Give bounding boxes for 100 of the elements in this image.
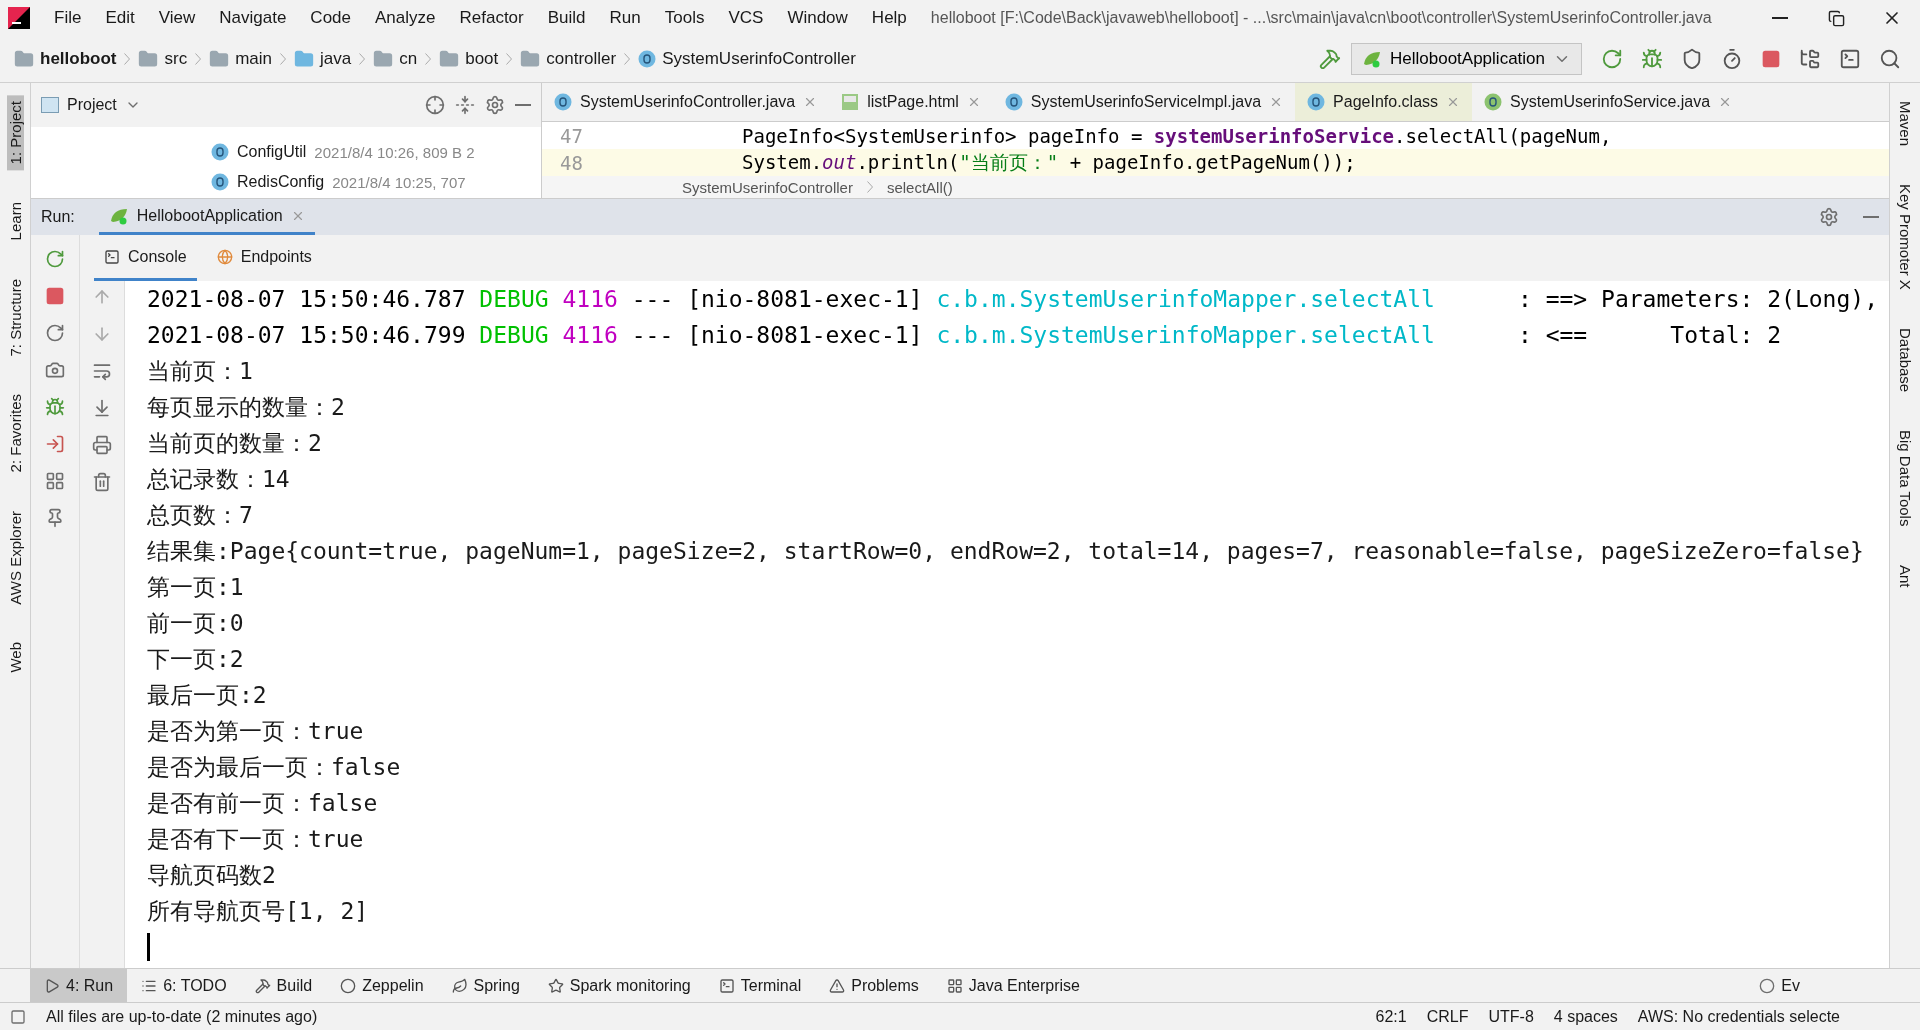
tool-window-tab[interactable]: Spark monitoring [533, 969, 705, 1002]
menu-item[interactable]: View [146, 8, 208, 28]
console-output-line: 结果集:Page{count=true, pageNum=1, pageSize=2, startRow=0, endRow=2, total=14, pages=7, reasonable=false, pageSizeZero=false} [147, 537, 1865, 566]
menu-item[interactable]: Window [775, 8, 860, 28]
chevron-separator-icon [280, 53, 286, 65]
log-line: 2021-08-07 15:50:46.787 DEBUG 4116 --- [nio-8081-exec-1] c.b.m.SystemUserinfoMapper.selectAll : ==> Parameters: 2(Long), [147, 285, 1879, 314]
tool-window-button[interactable]: Learn [6, 196, 24, 247]
tool-window-button[interactable]: 2: Favorites [6, 388, 24, 479]
class-icon [211, 173, 229, 191]
breadcrumb[interactable]: boot [435, 49, 503, 69]
file-tree-item[interactable]: ConfigUtil 2021/8/4 10:26, 809 B 2 [31, 137, 541, 167]
breadcrumb[interactable]: src [134, 49, 192, 69]
console-output-line: 当前页的数量：2 [147, 429, 323, 458]
tool-window-button[interactable]: Big Data Tools [1896, 424, 1914, 533]
class-icon [1307, 93, 1326, 111]
event-log-tab[interactable]: Ev [1745, 969, 1920, 1002]
chevron-separator-icon [195, 53, 202, 65]
warning-icon [829, 977, 846, 994]
menu-item[interactable]: Tools [652, 8, 717, 28]
tool-window-button[interactable]: 7: Structure [6, 272, 24, 363]
menu-item[interactable]: Run [597, 8, 653, 28]
chevron-separator-icon [124, 53, 131, 65]
breadcrumb[interactable]: helloboot [10, 49, 121, 69]
package-folder-icon [439, 49, 460, 69]
tool-window-tab[interactable]: 4: Run [30, 969, 128, 1002]
console-output-line: 第一页:1 [147, 573, 245, 602]
console-output-line: 是否有前一页：false [147, 789, 379, 818]
menu-item[interactable]: Build [535, 8, 598, 28]
run-configuration-dropdown[interactable]: HellobootApplication [1351, 43, 1582, 75]
editor-tab[interactable]: SystemUserinfoServiceImpl.java [992, 83, 1296, 121]
tool-window-button[interactable]: Ant [1896, 558, 1914, 594]
camera-icon [45, 360, 65, 380]
console-output-line: 是否为最后一页：false [147, 753, 402, 782]
console-output-line: 是否有下一页：true [147, 825, 365, 854]
menu-item[interactable]: Code [298, 8, 363, 28]
app-logo [8, 7, 30, 29]
console-tab[interactable]: Endpoints [206, 235, 322, 281]
status-message: All files are up-to-date (2 minutes ago) [46, 1007, 318, 1026]
settings-icon [485, 95, 505, 115]
settings-icon [1819, 207, 1839, 227]
class-icon [211, 143, 229, 161]
menu-item[interactable]: Edit [93, 8, 147, 28]
breadcrumb[interactable]: main [205, 49, 276, 69]
pin-icon [45, 508, 65, 528]
tool-window-button[interactable]: 1: Project [6, 95, 24, 171]
text-cursor [147, 933, 150, 961]
status-item[interactable]: AWS: No credentials selecte [1637, 1007, 1840, 1026]
menu-item[interactable]: Navigate [207, 8, 299, 28]
tool-window-tab[interactable]: Problems [815, 969, 933, 1002]
layout-icon [45, 471, 65, 491]
file-tree-item[interactable]: RedisConfig 2021/8/4 10:25, 707 [31, 167, 541, 197]
chevron-separator-icon [506, 53, 513, 65]
editor-tab[interactable]: PageInfo.class [1295, 83, 1473, 121]
rerun-icon [1601, 48, 1623, 70]
menu-item[interactable]: VCS [716, 8, 776, 28]
collapse-icon [455, 95, 475, 115]
console-output-line: 所有导航页号[1, 2] [147, 897, 370, 926]
chevron-separator-icon [425, 53, 432, 65]
window-title: helloboot [F:\Code\Back\javaweb\helloboot] - ...\src\main\java\cn\boot\controller\SystemUserinfoController.java [930, 9, 1713, 27]
tool-window-tab[interactable]: 6: TODO [127, 969, 241, 1002]
restart-icon [45, 323, 65, 343]
tool-window-tab[interactable]: Build [240, 969, 327, 1002]
menu-item[interactable]: Analyze [363, 8, 448, 28]
soft-wrap-icon [92, 361, 112, 381]
tool-window-tab[interactable]: Java Enterprise [932, 969, 1094, 1002]
console-output-line: 前一页:0 [147, 609, 245, 638]
tool-window-button[interactable]: AWS Explorer [6, 504, 24, 611]
code-breadcrumb[interactable]: selectAll() [886, 178, 953, 196]
menu-item[interactable]: File [42, 8, 94, 28]
folder-icon [138, 49, 159, 69]
editor-tab[interactable]: listPage.html [829, 83, 993, 121]
line-number: 47 [559, 124, 584, 147]
status-item[interactable]: 62:1 [1375, 1007, 1407, 1026]
breadcrumb[interactable]: SystemUserinfoController [634, 49, 860, 69]
tool-window-button[interactable]: Key Promoter X [1896, 178, 1914, 296]
hammer-icon [254, 977, 271, 994]
tool-window-tab[interactable]: Terminal [704, 969, 816, 1002]
code-breadcrumb[interactable]: SystemUserinfoController [682, 178, 853, 196]
folder-icon [209, 49, 230, 69]
status-item[interactable]: CRLF [1426, 1007, 1469, 1026]
menu-item[interactable]: Refactor [447, 8, 536, 28]
tool-window-tab[interactable]: Spring [437, 969, 534, 1002]
menu-item[interactable]: Help [859, 8, 919, 28]
editor-tab[interactable]: SystemUserinfoController.java [542, 83, 830, 121]
tool-window-button[interactable]: Web [6, 636, 24, 679]
source-folder-icon [294, 49, 314, 69]
breadcrumb[interactable]: java [290, 49, 356, 69]
breadcrumb[interactable]: cn [369, 49, 422, 69]
status-item[interactable]: 4 spaces [1553, 1007, 1618, 1026]
project-folder-icon [14, 49, 34, 69]
editor-tab[interactable]: SystemUserinfoService.java [1472, 83, 1745, 121]
search-icon [1879, 48, 1901, 70]
tool-window-button[interactable]: Database [1896, 321, 1914, 399]
tool-window-button[interactable]: Maven [1896, 95, 1914, 153]
trash-icon [92, 472, 112, 492]
breadcrumb[interactable]: controller [516, 49, 621, 69]
tool-window-tab[interactable]: Zeppelin [326, 969, 438, 1002]
folder-icon [520, 49, 541, 69]
status-item[interactable]: UTF-8 [1488, 1007, 1534, 1026]
stop-icon [45, 286, 65, 306]
